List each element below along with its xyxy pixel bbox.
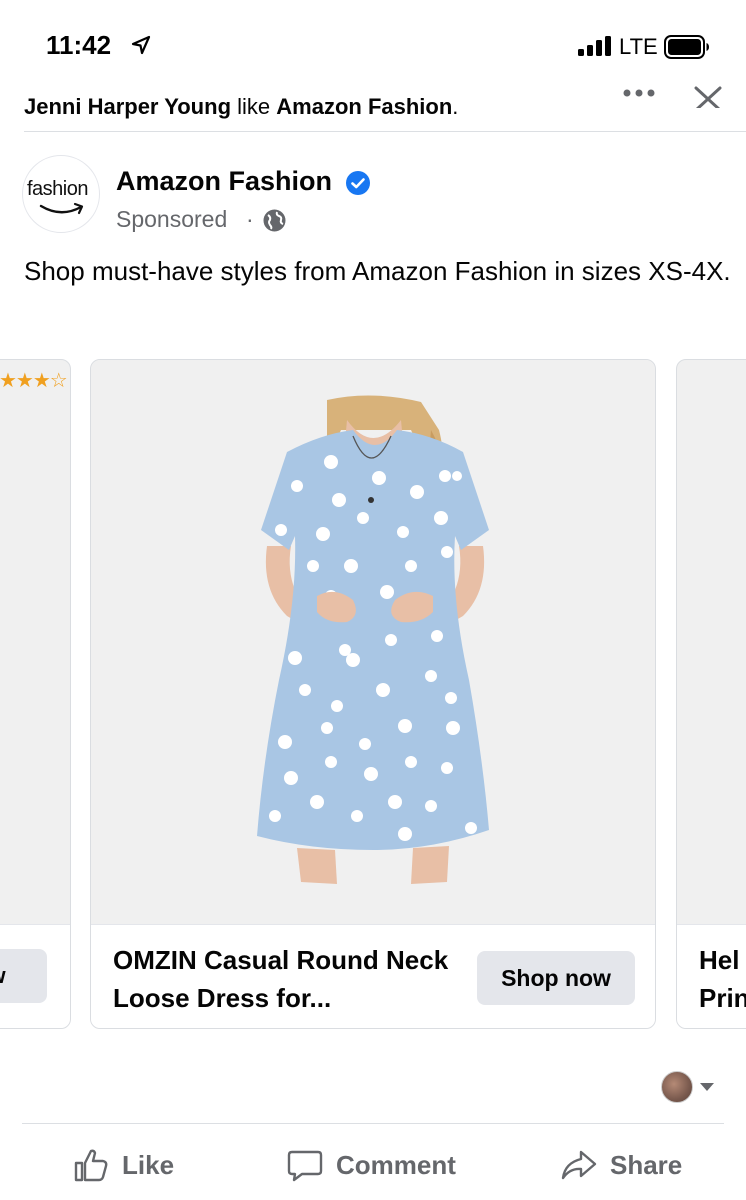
divider (22, 1123, 724, 1124)
carrier-label: LTE (619, 34, 658, 59)
comment-bubble-icon (287, 1150, 323, 1182)
button-label: ow (0, 963, 6, 989)
share-arrow-icon (561, 1150, 597, 1180)
context-verb: like (237, 94, 271, 119)
card-footer: ow (0, 924, 70, 1028)
sponsored-label[interactable]: Sponsored (116, 206, 227, 233)
verified-badge-icon (346, 171, 370, 195)
thumbs-up-icon (74, 1149, 108, 1182)
like-label: Like (122, 1149, 175, 1180)
carousel-card-next[interactable]: Hel Prin (676, 359, 746, 1029)
status-bar: 11:42 LTE (0, 0, 746, 80)
button-label: Shop now (501, 965, 611, 991)
globe-icon (263, 209, 286, 232)
social-context: Jenni Harper Young like Amazon Fashion. (24, 94, 458, 120)
friend-name[interactable]: Jenni Harper Young (24, 94, 231, 119)
separator: · (246, 206, 254, 232)
title-line-1: Hel (699, 945, 740, 975)
context-end: . (452, 94, 459, 119)
share-button[interactable]: Share (560, 1140, 682, 1190)
like-button[interactable]: Like (72, 1140, 174, 1190)
amazon-smile-icon (39, 202, 84, 215)
page-name[interactable]: Amazon Fashion (116, 166, 332, 197)
product-title[interactable]: OMZIN Casual Round Neck Loose Dress for.… (113, 941, 453, 1017)
carousel-card-main[interactable]: OMZIN Casual Round Neck Loose Dress for.… (90, 359, 656, 1029)
card-footer: Hel Prin (677, 924, 746, 1028)
title-line-2: Prin (699, 983, 746, 1013)
status-time: 11:42 (46, 30, 112, 60)
shop-now-button[interactable]: Shop now (477, 951, 635, 1005)
divider (24, 131, 746, 132)
location-arrow-icon (131, 35, 151, 55)
avatar-logo-text: fashion (27, 178, 89, 200)
comment-button[interactable]: Comment (286, 1140, 456, 1190)
close-icon[interactable] (690, 80, 726, 108)
page-avatar[interactable]: fashion (22, 155, 100, 233)
shop-now-button[interactable]: ow (0, 949, 47, 1003)
more-options-icon[interactable] (620, 80, 660, 106)
viewer-avatar[interactable] (661, 1071, 693, 1103)
share-label: Share (610, 1149, 683, 1180)
product-title[interactable]: Hel Prin (699, 941, 746, 1017)
carousel-card-previous[interactable]: ★★★☆ ow (0, 359, 71, 1029)
card-footer: OMZIN Casual Round Neck Loose Dress for.… (91, 924, 655, 1028)
post-body-text: Shop must-have styles from Amazon Fashio… (24, 256, 731, 286)
battery-icon (664, 35, 709, 59)
caret-down-icon[interactable] (698, 1080, 716, 1094)
signal-bars-icon (578, 36, 611, 56)
context-page[interactable]: Amazon Fashion (276, 94, 452, 119)
rating-stars: ★★★☆ (0, 370, 68, 392)
comment-label: Comment (336, 1149, 456, 1180)
product-image[interactable] (91, 360, 656, 926)
